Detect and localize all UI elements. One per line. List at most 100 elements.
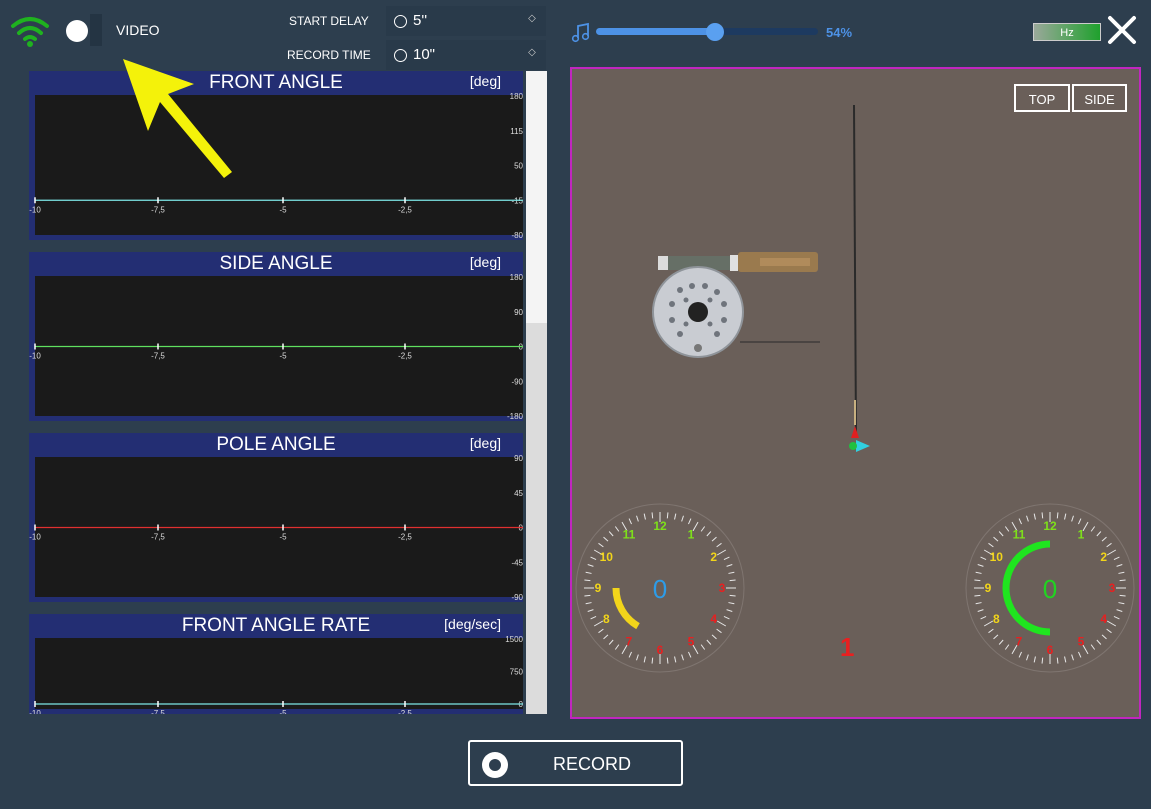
gauge-tick [977,609,984,612]
video-toggle-track[interactable] [90,14,102,46]
y-tick-label: 1500 [505,635,523,644]
gauge-tick [980,616,987,620]
gauge-tick [1113,556,1120,560]
start-delay-field[interactable] [386,6,546,36]
gauge-tick [726,609,733,612]
gauge-tick [643,513,646,520]
gauge-number: 8 [603,612,610,626]
y-tick-label: 45 [514,489,523,498]
chart-scrollbar-thumb[interactable] [526,71,547,323]
gauge-tick [1064,656,1067,663]
gauge-tick [974,579,981,582]
gauge-number: 11 [1013,527,1026,541]
chevron-updown-icon[interactable]: ◇ [526,48,538,58]
gauge-number: 1 [1078,527,1085,541]
chart-axes: 90450-45-90-10-7,5-5-2,5 [29,454,523,602]
gauge-tick [603,536,609,542]
volume-slider-handle[interactable] [706,23,724,41]
gauge-number: 2 [1100,550,1107,564]
gauge-value: 0 [653,574,667,604]
gauge-number: 9 [595,581,602,595]
stroke-gauges: 12123456789101101212345678910110 [575,503,1135,673]
gauge-tick [716,549,727,556]
gauge-tick [584,579,591,582]
gauge-tick [975,602,982,605]
chart-axes: 18011550-15-80-10 -7,5 -5 -2,5 [29,92,523,240]
gauge-tick [1033,513,1036,520]
y-tick-label: 90 [514,454,523,463]
gauge-tick [988,628,994,634]
chart-side-angle: SIDE ANGLE[deg]180900-90-180-10-7,5-5-2,… [29,252,523,421]
x-tick-label: -5 [279,205,287,214]
gauge-number: 7 [626,635,633,649]
video-toggle[interactable] [66,20,88,42]
view-top-button[interactable]: TOP [1014,84,1070,112]
gauge-tick [711,536,717,542]
y-tick-label: 180 [510,273,523,282]
hz-indicator[interactable]: Hz [1033,23,1101,41]
gauge-tick [711,634,717,640]
gauge-tick [716,542,722,548]
volume-percent: 54% [826,25,853,40]
gauge-tick [1101,634,1107,640]
clock-icon [394,49,407,62]
chevron-updown-icon[interactable]: ◇ [526,14,538,24]
gauge-tick [584,594,591,597]
gauge-tick [998,639,1004,645]
gauge-tick [1004,526,1010,532]
gauge-number: 8 [993,612,1000,626]
y-tick-label: 90 [514,308,523,317]
y-tick-label: -180 [507,412,523,421]
gauge-number: 3 [719,581,726,595]
stroke-count: 1 [840,632,855,662]
gauge-number: 6 [1047,643,1054,657]
gauge-tick [1116,564,1123,567]
gauge-tick [1113,616,1120,620]
x-tick-label: -2,5 [398,533,412,542]
record-time-field[interactable] [386,40,546,70]
x-tick-label: -2,5 [398,709,412,714]
gauge-tick [628,518,632,525]
gauge-tick [585,602,592,605]
gauge-tick [1101,536,1107,542]
x-tick-label: -5 [279,533,287,542]
x-tick-label: -2,5 [398,205,412,214]
gauge-tick [585,571,592,574]
gauge-tick [728,602,735,605]
gauge-tick [1106,620,1117,627]
gauge-number: 7 [1016,635,1023,649]
gauge-tick [1096,531,1102,537]
record-icon-center [489,759,501,771]
gauge-tick [1118,602,1125,605]
gauge-number: 10 [990,550,1004,564]
gauge-tick [590,616,597,620]
record-time-value: 10" [413,46,436,63]
gauge-tick [706,639,712,645]
y-tick-label: 50 [514,162,523,171]
y-tick-label: 750 [510,668,523,677]
gauge-number: 4 [710,612,717,626]
gauge-number: 3 [1109,581,1116,595]
gauge-tick [1118,571,1125,574]
chart-front-angle-rate: FRONT ANGLE RATE[deg/sec]15007500-10-7,5… [29,614,523,714]
record-label: RECORD [553,754,632,774]
gauge-tick [993,536,999,542]
gauge-number: 5 [1078,635,1085,649]
y-tick-label: 115 [510,127,523,136]
view-side-button[interactable]: SIDE [1072,84,1127,112]
gauge-tick [1071,515,1074,522]
gauge-number: 12 [653,519,667,533]
gauge-tick [988,542,994,548]
gauge-tick [1071,654,1074,661]
stroke-gauge: 1212345678910110 [965,503,1135,673]
x-tick-label: -5 [279,352,287,361]
close-icon[interactable] [1106,14,1138,46]
fly-rod-reel [652,104,870,452]
gauge-tick [1106,628,1112,634]
gauge-tick [674,656,677,663]
volume-slider-fill [596,28,716,35]
record-time-label: RECORD TIME [287,48,371,62]
gauge-value: 0 [1043,574,1057,604]
gauge-number: 2 [710,550,717,564]
gauge-arc [612,587,640,630]
